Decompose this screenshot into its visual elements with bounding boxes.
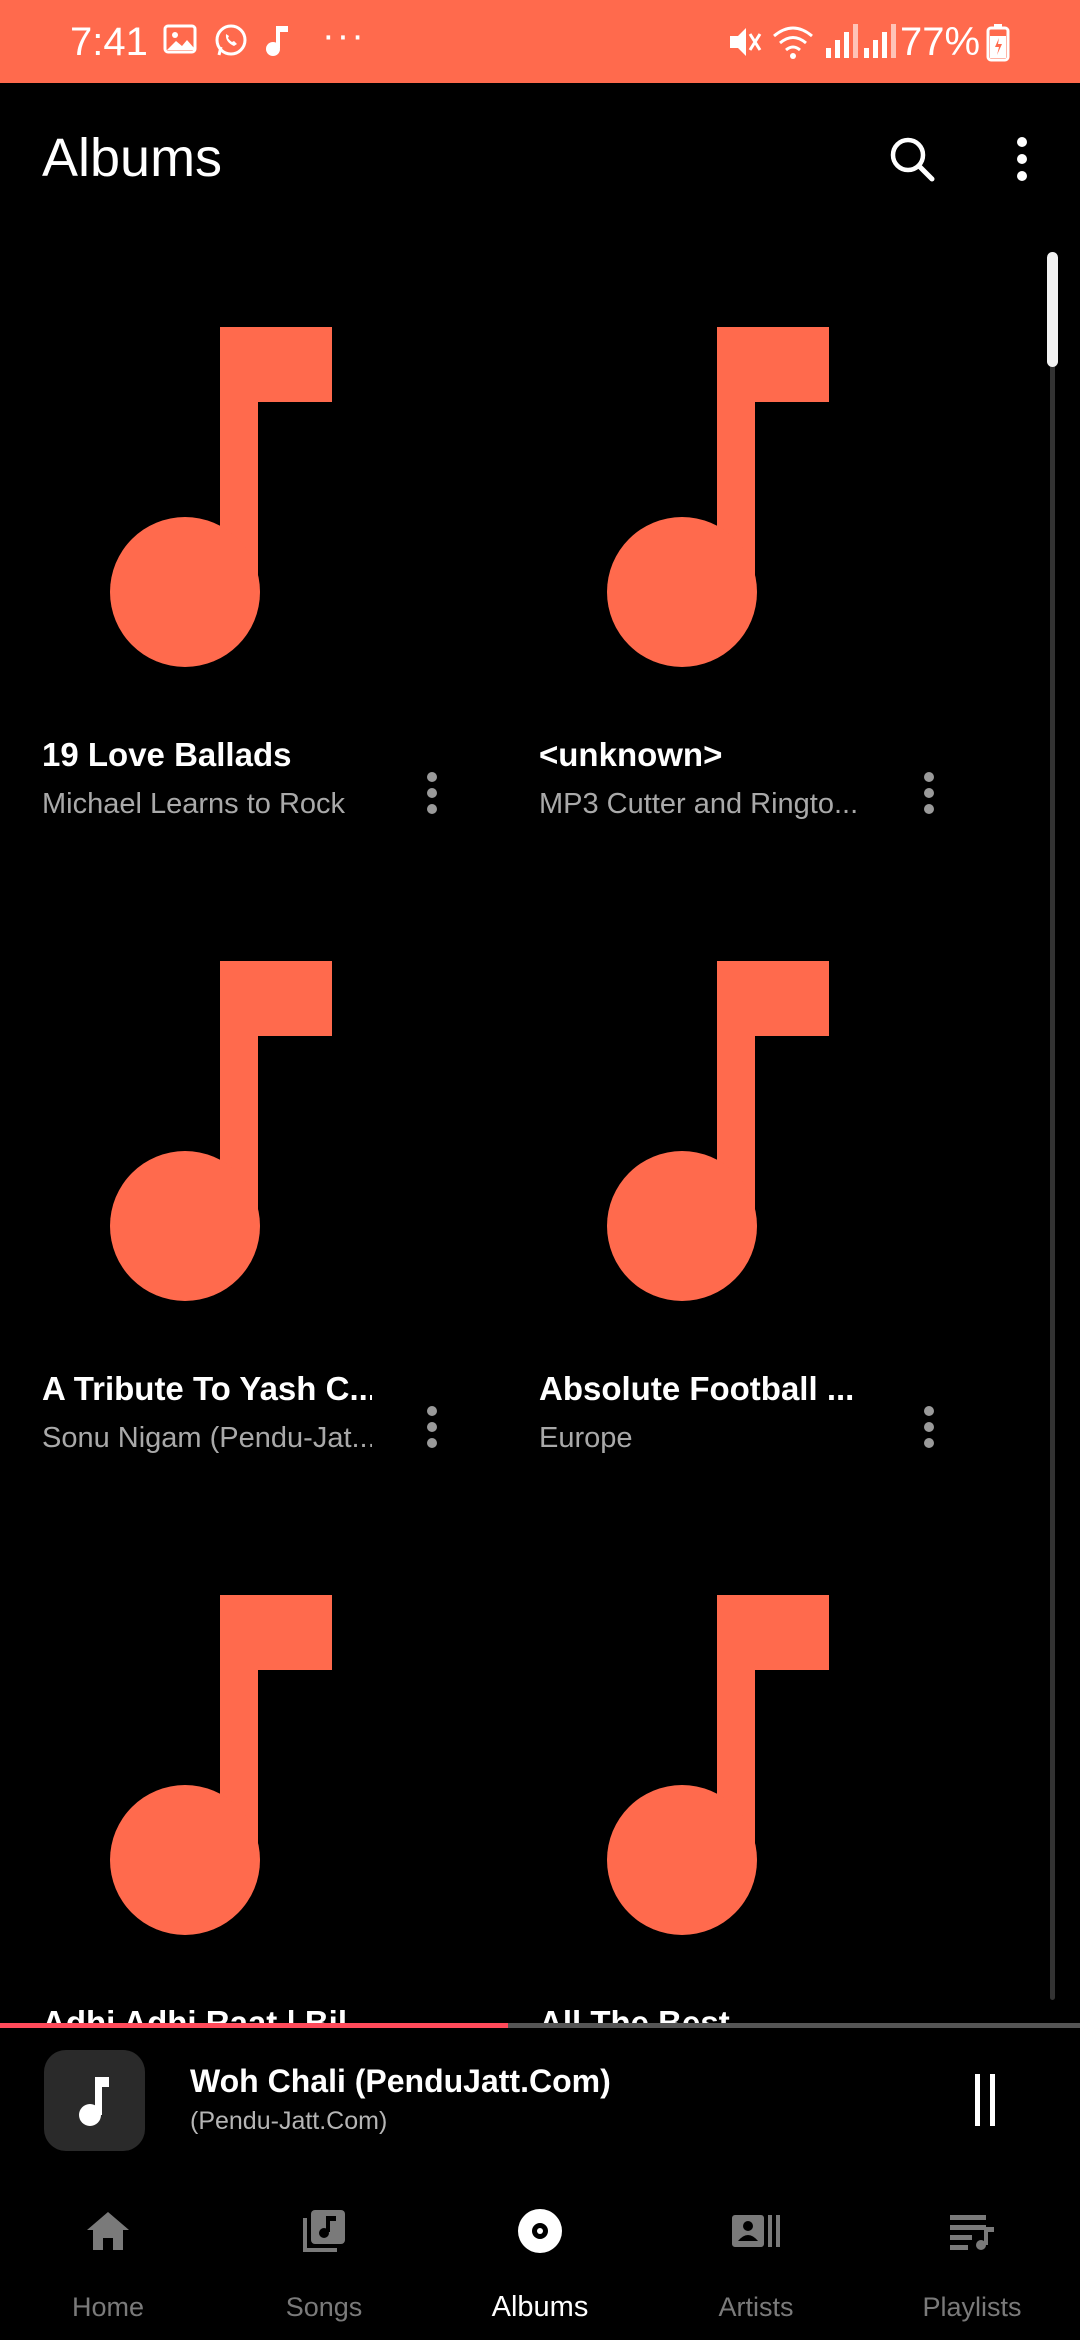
album-card[interactable]: Absolute Football ... Europe xyxy=(497,867,977,1501)
album-art xyxy=(497,233,977,713)
album-artist: MP3 Cutter and Ringto... xyxy=(539,788,859,820)
home-icon xyxy=(78,2201,138,2261)
album-card[interactable]: A Tribute To Yash C... Sonu Nigam (Pendu… xyxy=(0,867,480,1501)
album-card[interactable]: Adhi Adhi Raat | Bil... xyxy=(0,1501,480,2023)
scrollbar-thumb[interactable] xyxy=(1047,252,1058,367)
mute-icon xyxy=(724,20,764,64)
songs-icon xyxy=(294,2201,354,2261)
status-bar: 7:41 ··· 77% xyxy=(0,0,1080,83)
battery-percent: 77% xyxy=(900,20,981,64)
whatsapp-icon xyxy=(212,22,252,62)
now-playing-artist: (Pendu-Jatt.Com) xyxy=(190,2107,388,2135)
more-vert-icon xyxy=(924,772,934,814)
album-art xyxy=(0,867,480,1347)
nav-home[interactable]: Home xyxy=(0,2193,216,2340)
album-artist: Sonu Nigam (Pendu-Jat... xyxy=(42,1422,372,1454)
album-artist: Europe xyxy=(539,1422,633,1454)
album-title: <unknown> xyxy=(539,736,723,773)
nav-playlists[interactable]: Playlists xyxy=(864,2193,1080,2340)
pause-button[interactable] xyxy=(955,2060,1015,2140)
album-grid: 19 Love Ballads Michael Learns to Rock <… xyxy=(0,233,1080,2023)
music-note-icon xyxy=(607,1595,829,1935)
album-icon xyxy=(510,2201,570,2261)
nav-label: Playlists xyxy=(922,2292,1022,2322)
music-note-icon xyxy=(78,2076,109,2126)
scrollbar-track[interactable] xyxy=(1050,252,1055,2000)
music-note-icon xyxy=(110,327,332,667)
playlists-icon xyxy=(942,2201,1002,2261)
mini-player[interactable]: Woh Chali (PenduJatt.Com) (Pendu-Jatt.Co… xyxy=(0,2028,1080,2193)
search-button[interactable] xyxy=(876,123,948,195)
album-title: Absolute Football ... xyxy=(539,1370,855,1407)
pause-icon xyxy=(975,2074,995,2126)
music-note-icon xyxy=(607,961,829,1301)
wifi-icon xyxy=(770,20,816,64)
nav-label: Artists xyxy=(718,2292,794,2322)
album-card[interactable]: All The Best xyxy=(497,1501,977,2023)
music-note-icon xyxy=(110,1595,332,1935)
artists-icon xyxy=(726,2201,786,2261)
music-note-icon xyxy=(264,22,304,62)
more-vert-icon xyxy=(427,1406,437,1448)
nav-label: Songs xyxy=(285,2292,363,2322)
more-vert-icon xyxy=(1017,137,1027,181)
nav-albums[interactable]: Albums xyxy=(432,2193,648,2340)
more-options-button[interactable] xyxy=(986,123,1058,195)
signal-icon xyxy=(820,20,860,64)
bottom-navigation: Home Songs Albums Artists Playlists xyxy=(0,2193,1080,2340)
album-art xyxy=(497,867,977,1347)
album-menu-button[interactable] xyxy=(901,1387,957,1467)
signal-icon xyxy=(860,20,900,64)
album-title: Adhi Adhi Raat | Bil... xyxy=(42,2004,372,2023)
nav-songs[interactable]: Songs xyxy=(216,2193,432,2340)
album-card[interactable]: <unknown> MP3 Cutter and Ringto... xyxy=(497,233,977,867)
album-menu-button[interactable] xyxy=(404,1387,460,1467)
nav-artists[interactable]: Artists xyxy=(648,2193,864,2340)
album-title: 19 Love Ballads xyxy=(42,736,292,773)
album-menu-button[interactable] xyxy=(404,753,460,833)
more-notifications-icon: ··· xyxy=(322,15,366,57)
gallery-icon xyxy=(163,22,203,62)
more-vert-icon xyxy=(924,1406,934,1448)
now-playing-art xyxy=(44,2050,145,2151)
status-time: 7:41 xyxy=(70,20,148,64)
album-artist: Michael Learns to Rock xyxy=(42,788,346,820)
album-art xyxy=(0,233,480,713)
album-title: All The Best xyxy=(539,2004,730,2023)
more-vert-icon xyxy=(427,772,437,814)
search-icon xyxy=(890,137,935,182)
album-title: A Tribute To Yash C... xyxy=(42,1370,372,1407)
now-playing-title: Woh Chali (PenduJatt.Com) xyxy=(190,2063,611,2099)
album-card[interactable]: 19 Love Ballads Michael Learns to Rock xyxy=(0,233,480,867)
battery-icon xyxy=(986,20,1010,64)
nav-label: Albums xyxy=(491,2291,589,2323)
nav-label: Home xyxy=(71,2292,145,2322)
page-title: Albums xyxy=(42,128,223,188)
album-menu-button[interactable] xyxy=(901,753,957,833)
music-note-icon xyxy=(110,961,332,1301)
album-art xyxy=(497,1501,977,1981)
music-note-icon xyxy=(607,327,829,667)
album-art xyxy=(0,1501,480,1981)
app-bar: Albums xyxy=(0,83,1080,233)
